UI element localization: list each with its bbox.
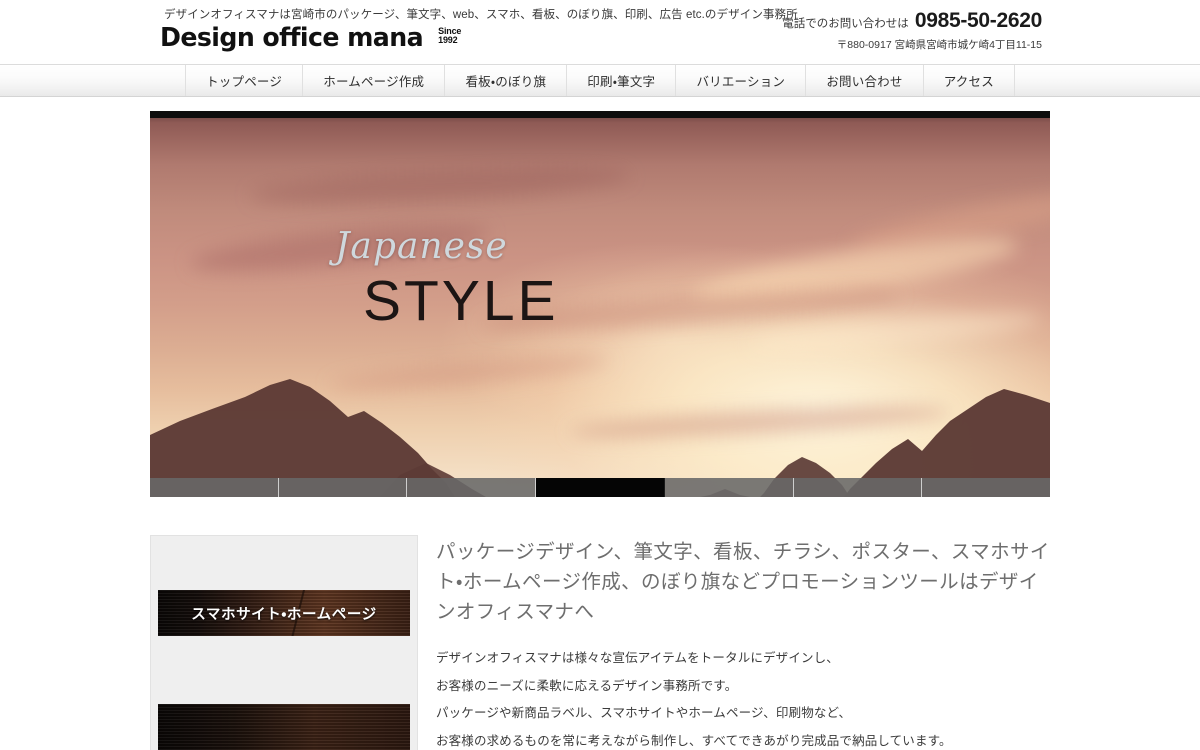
contact-phone-number[interactable]: 0985-50-2620 bbox=[915, 10, 1042, 31]
intro-line-1: デザインオフィスマナは様々な宣伝アイテムをトータルにデザインし、 bbox=[436, 650, 839, 665]
slider-segment-4[interactable] bbox=[536, 478, 665, 497]
cloud-streak bbox=[249, 161, 631, 211]
nav-item-top[interactable]: トップページ bbox=[185, 65, 302, 96]
slider-segment-6[interactable] bbox=[793, 478, 923, 497]
contact-phone-row: 電話でのお問い合わせは 0985-50-2620 bbox=[782, 10, 1042, 31]
header-contact: 電話でのお問い合わせは 0985-50-2620 〒880-0917 宮崎県宮崎… bbox=[782, 10, 1042, 52]
hero-top-bar bbox=[150, 111, 1050, 118]
mountain-silhouette-icon bbox=[150, 379, 1050, 497]
intro-line-2: お客様のニーズに柔軟に応えるデザイン事務所です。 bbox=[436, 678, 738, 693]
main-content: パッケージデザイン、筆文字、看板、チラシ、ポスター、スマホサイト・ホームページ作… bbox=[436, 535, 1050, 750]
slider-segment-7[interactable] bbox=[922, 478, 1050, 497]
logo-since-line2: 1992 bbox=[438, 35, 458, 46]
slider-segment-3[interactable] bbox=[407, 478, 537, 497]
site-tagline: デザインオフィスマナは宮崎市のパッケージ、筆文字、web、スマホ、看板、のぼり旗… bbox=[164, 9, 798, 21]
intro-line-4: お客様の求めるものを常に考えながら制作し、すべてできあがり完成品で納品しています… bbox=[436, 734, 952, 749]
hero-area: Japanese STYLE bbox=[0, 97, 1200, 497]
nav-item-contact[interactable]: お問い合わせ bbox=[805, 65, 922, 96]
logo-since-badge: Since 1992 bbox=[438, 26, 461, 46]
sidebar: スマホサイト・ホームページ bbox=[150, 535, 418, 750]
slider-segment-2[interactable] bbox=[278, 478, 408, 497]
logo-text: Design office mana bbox=[160, 23, 424, 53]
slider-segment-5[interactable] bbox=[664, 478, 794, 497]
slider-pagination bbox=[150, 478, 1050, 497]
nav-item-homepage[interactable]: ホームページ作成 bbox=[302, 65, 444, 96]
site-logo[interactable]: Design office mana Since 1992 bbox=[160, 25, 461, 51]
hero-caption: Japanese STYLE bbox=[335, 229, 559, 330]
cloud-streak bbox=[749, 306, 1041, 358]
header-inner: デザインオフィスマナは宮崎市のパッケージ、筆文字、web、スマホ、看板、のぼり旗… bbox=[150, 0, 1050, 64]
hero-slider[interactable]: Japanese STYLE bbox=[150, 111, 1050, 497]
nav-item-access[interactable]: アクセス bbox=[922, 65, 1016, 96]
contact-address: 〒880-0917 宮崎県宮崎市城ケ崎4丁目11-15 bbox=[836, 39, 1042, 51]
sidebar-banner-label: スマホサイト・ホームページ bbox=[191, 606, 377, 623]
intro-paragraphs: デザインオフィスマナは様々な宣伝アイテムをトータルにデザインし、 お客様のニーズ… bbox=[436, 650, 1050, 750]
slider-segment-1[interactable] bbox=[150, 478, 279, 497]
content-area: スマホサイト・ホームページ パッケージデザイン、筆文字、看板、チラシ、ポスター、… bbox=[0, 497, 1200, 750]
page-title: パッケージデザイン、筆文字、看板、チラシ、ポスター、スマホサイト・ホームページ作… bbox=[436, 541, 1050, 624]
cloud-streak bbox=[688, 225, 1022, 317]
sidebar-banner-secondary[interactable] bbox=[158, 704, 410, 750]
nav-item-signage[interactable]: 看板・のぼり旗 bbox=[444, 65, 566, 96]
site-header: デザインオフィスマナは宮崎市のパッケージ、筆文字、web、スマホ、看板、のぼり旗… bbox=[0, 0, 1200, 64]
hero-caption-main: STYLE bbox=[363, 269, 559, 333]
contact-label: 電話でのお問い合わせは bbox=[782, 18, 909, 30]
main-navigation: トップページ ホームページ作成 看板・のぼり旗 印刷・筆文字 バリエーション お… bbox=[0, 64, 1200, 97]
content-inner: スマホサイト・ホームページ パッケージデザイン、筆文字、看板、チラシ、ポスター、… bbox=[150, 535, 1050, 750]
cloud-streak bbox=[849, 181, 1050, 261]
intro-line-3: パッケージや新商品ラベル、スマホサイトやホームページ、印刷物など、 bbox=[436, 706, 852, 721]
hero-background-image bbox=[150, 111, 1050, 497]
sidebar-banner-smartphone-site[interactable]: スマホサイト・ホームページ bbox=[158, 590, 410, 636]
nav-item-printing[interactable]: 印刷・筆文字 bbox=[566, 65, 675, 96]
hero-caption-script: Japanese bbox=[335, 226, 508, 267]
nav-inner: トップページ ホームページ作成 看板・のぼり旗 印刷・筆文字 バリエーション お… bbox=[185, 65, 1016, 96]
nav-item-variation[interactable]: バリエーション bbox=[675, 65, 805, 96]
